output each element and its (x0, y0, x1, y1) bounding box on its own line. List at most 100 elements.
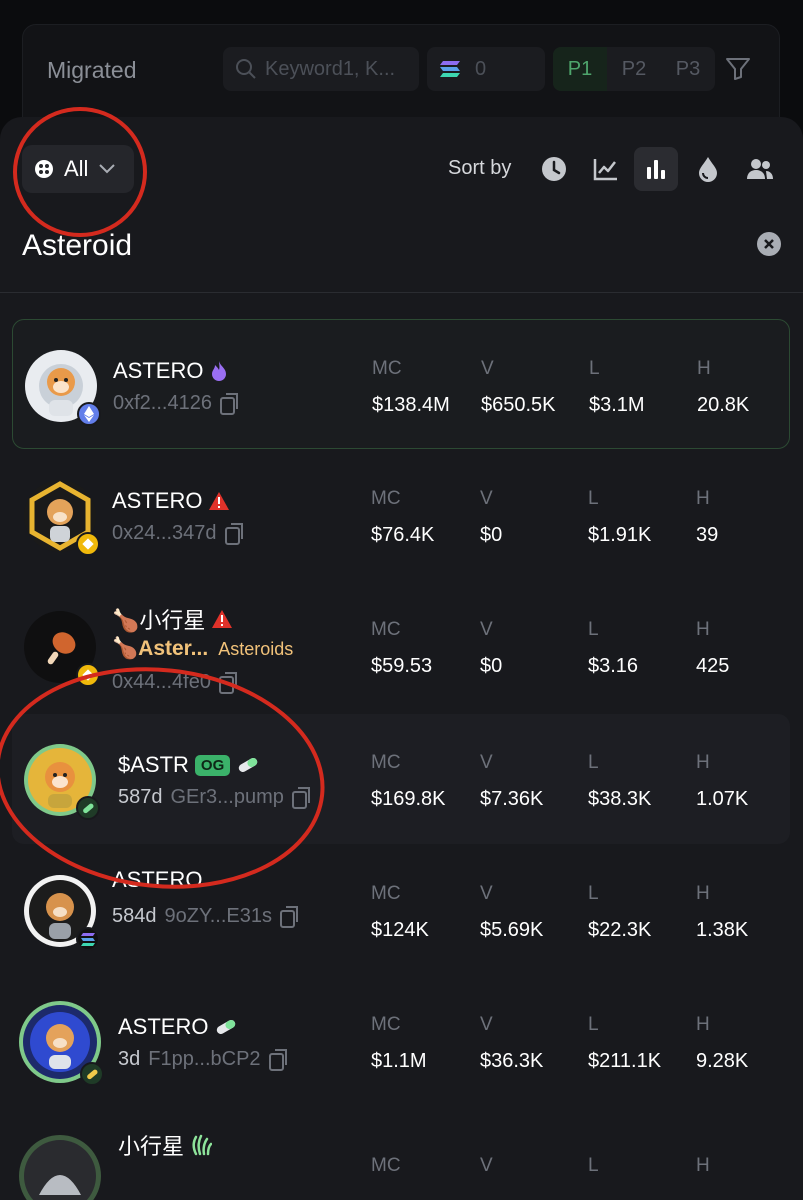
token-avatar (24, 875, 100, 951)
holders-value: 39 (696, 524, 719, 546)
preset-p1[interactable]: P1 (553, 47, 607, 91)
token-row[interactable]: $ASTR OG 587d GEr3...pump MC V L H $169.… (12, 714, 790, 844)
sort-by-liquidity-button[interactable] (686, 147, 730, 191)
volume-label: V (480, 488, 493, 509)
chain-filter-label: All (64, 156, 89, 181)
holders-label: H (696, 619, 710, 640)
volume-value: $0 (480, 655, 503, 677)
copy-icon[interactable] (268, 1048, 289, 1071)
volume-label: V (480, 752, 493, 773)
token-row[interactable]: ASTERO 0xf2...4126 MC V L H $138.4M $650… (12, 319, 790, 449)
copy-icon[interactable] (279, 905, 300, 928)
copy-icon[interactable] (218, 671, 239, 694)
holders-value: 1.07K (696, 788, 749, 810)
volume-value: $36.3K (480, 1050, 544, 1072)
bnb-chain-icon (76, 663, 100, 687)
token-name: ASTERO (112, 867, 203, 892)
mc-value: $169.8K (371, 788, 446, 810)
sort-by-mcap-button[interactable] (584, 147, 628, 191)
pill-icon (239, 758, 258, 772)
liquidity-label: L (588, 1014, 599, 1035)
keyword-search-input[interactable]: Keyword1, K... (223, 47, 419, 91)
volume-label: V (480, 619, 493, 640)
token-row[interactable]: ASTERO 0x24...347d MC V L H $76.4K $0 $1… (12, 450, 790, 580)
liquidity-value: $3.1M (589, 394, 645, 416)
sort-by-volume-button[interactable] (634, 147, 678, 191)
og-badge: OG (194, 754, 231, 776)
token-row[interactable]: 小行星 MC V L H (12, 1107, 790, 1200)
divider (0, 292, 803, 293)
volume-label: V (481, 358, 494, 379)
pump-chain-icon (80, 1062, 104, 1086)
mc-label: MC (371, 883, 401, 904)
close-icon (764, 239, 774, 249)
droplet-icon (699, 157, 717, 182)
pump-chain-icon (76, 796, 100, 820)
holders-label: H (696, 1155, 710, 1176)
liquidity-value: $211.1K (588, 1050, 662, 1072)
liquidity-label: L (588, 752, 599, 773)
search-icon (236, 59, 256, 79)
liquidity-value: $3.16 (588, 655, 639, 677)
copy-icon[interactable] (291, 786, 312, 809)
copy-icon[interactable] (224, 522, 245, 545)
token-address: 0x24...347d (112, 522, 217, 544)
token-avatar (19, 1135, 101, 1200)
liquidity-value: $38.3K (588, 788, 652, 810)
volume-value: $650.5K (481, 394, 556, 416)
token-avatar (19, 1001, 104, 1086)
wave-icon (192, 1134, 213, 1156)
fire-icon (212, 361, 227, 381)
volume-value: $5.69K (480, 919, 544, 941)
token-row[interactable]: 🍗小行星 🍗Aster... Asteroids 0x44...4fe0 MC … (12, 581, 790, 711)
token-age: 584d (112, 905, 157, 927)
token-address: GEr3...pump (170, 786, 284, 808)
sol-amount-input[interactable]: 0 (427, 47, 545, 91)
token-name: ASTERO (112, 488, 203, 513)
mc-label: MC (371, 752, 401, 773)
section-title: Migrated (47, 57, 137, 83)
solana-icon (440, 61, 460, 77)
liquidity-value: $1.91K (588, 524, 652, 546)
solana-chain-icon (76, 927, 100, 951)
bar-chart-icon (647, 160, 665, 179)
mc-label: MC (371, 619, 401, 640)
liquidity-label: L (588, 1155, 599, 1176)
filter-icon[interactable] (725, 57, 751, 81)
liquidity-label: L (589, 358, 600, 379)
holders-value: 9.28K (696, 1050, 749, 1072)
mc-label: MC (371, 1014, 401, 1035)
mc-value: $76.4K (371, 524, 435, 546)
liquidity-value: $22.3K (588, 919, 652, 941)
copy-icon[interactable] (219, 392, 240, 415)
token-subtitle-tag: Asteroids (218, 638, 294, 659)
clear-search-button[interactable] (757, 232, 781, 256)
preset-tabs: P1 P2 P3 (553, 47, 715, 91)
mc-label: MC (372, 358, 402, 379)
token-name: $ASTR (118, 752, 189, 777)
holders-label: H (696, 488, 710, 509)
token-row[interactable]: ASTERO 3d F1pp...bCP2 MC V L H $1.1M $36… (12, 976, 790, 1106)
holders-label: H (696, 752, 710, 773)
token-address: 0xf2...4126 (113, 392, 212, 414)
volume-label: V (480, 883, 493, 904)
token-avatar (24, 611, 100, 687)
token-row[interactable]: ASTERO 584d 9oZY...E31s MC V L H $124K $… (12, 845, 790, 975)
chain-filter-dropdown[interactable]: All (22, 145, 134, 193)
clock-icon (542, 157, 566, 181)
preset-p2[interactable]: P2 (607, 58, 661, 81)
holders-value: 425 (696, 655, 730, 677)
mc-value: $138.4M (372, 394, 450, 416)
preset-p3[interactable]: P3 (661, 58, 715, 81)
sort-by-holders-button[interactable] (738, 147, 782, 191)
sol-value: 0 (475, 57, 487, 80)
search-sheet: All Sort by Asteroid ASTERO 0xf2...4126 … (0, 117, 803, 1200)
token-name: 小行星 (118, 1134, 185, 1159)
holders-label: H (696, 1014, 710, 1035)
token-avatar (24, 744, 100, 820)
sort-by-time-button[interactable] (532, 147, 576, 191)
token-name: 🍗小行星 (112, 608, 206, 633)
warning-icon (212, 610, 233, 628)
mc-label: MC (371, 1155, 401, 1176)
token-name: ASTERO (118, 1014, 209, 1039)
